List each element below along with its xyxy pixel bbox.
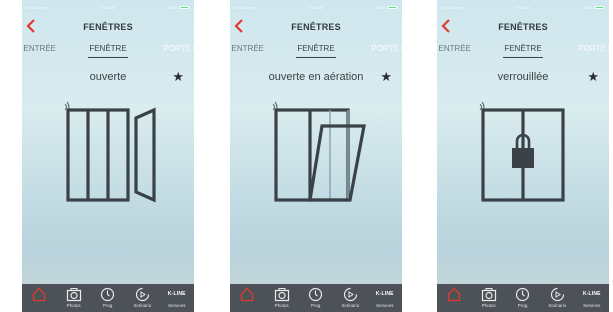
brand-logo: K-LINE xyxy=(375,291,394,297)
status-bar: ••••• Carrier 9:41 AM 100% xyxy=(437,0,609,14)
brand-logo: K-LINE xyxy=(582,291,601,297)
tab-active-indicator xyxy=(503,57,543,58)
status-bar: ••••• Carrier 9:41 AM 100% xyxy=(230,0,402,14)
tab-services-label: Services xyxy=(583,303,601,308)
phone-screen-tilt: ••••• Carrier 9:41 AM 100% FENÊTRES E EN… xyxy=(230,0,402,312)
play-icon xyxy=(135,287,149,302)
camera-icon xyxy=(66,288,81,302)
brand-logo: K-LINE xyxy=(167,291,186,297)
home-icon xyxy=(241,287,254,302)
tab-home[interactable] xyxy=(439,287,469,303)
tab-scenario-label: Scénario xyxy=(548,303,567,308)
carrier-label: ••••• Carrier xyxy=(442,4,463,10)
battery-icon xyxy=(387,5,397,9)
tab-scenario[interactable]: Scénario xyxy=(542,287,572,308)
tab-scenario-label: Scénario xyxy=(341,303,360,308)
tab-photos-label: Photos xyxy=(66,303,81,308)
state-label: verrouillée xyxy=(497,71,549,83)
play-icon xyxy=(550,287,564,302)
window-open-illustration xyxy=(64,101,156,203)
window-tilt-illustration xyxy=(272,101,366,202)
phone-screen-open: ••••• Carrier 9:41 AM 100% FENÊTRES E EN… xyxy=(22,0,194,312)
clock-icon xyxy=(101,287,115,302)
state-row: verrouillée ★ xyxy=(437,69,609,87)
carrier-label: ••••• Carrier xyxy=(27,4,48,10)
battery-percent: 100% xyxy=(582,4,593,10)
tab-scenario[interactable]: Scénario xyxy=(335,287,365,308)
tab-services[interactable]: K-LINE Services xyxy=(577,287,607,308)
tab-prog-label: Prog. xyxy=(310,303,322,308)
play-icon xyxy=(343,287,357,302)
segment-tabs: E ENTRÉE FENÊTRE PORTE DE xyxy=(437,42,609,58)
tab-scenario[interactable]: Scénario xyxy=(127,287,157,308)
nav-bar: FENÊTRES xyxy=(22,14,194,42)
tab-services-label: Services xyxy=(168,303,186,308)
tab-photos[interactable]: Photos xyxy=(267,287,297,308)
status-time: 9:41 AM xyxy=(515,4,530,10)
battery-percent: 100% xyxy=(375,4,386,10)
nav-bar: FENÊTRES xyxy=(437,14,609,42)
tab-services[interactable]: K-LINE Services xyxy=(370,287,400,308)
tab-photos[interactable]: Photos xyxy=(59,287,89,308)
segment-tabs: E ENTRÉE FENÊTRE PORTE DE xyxy=(22,42,194,58)
tab-active-indicator xyxy=(296,57,336,58)
phone-screen-locked: ••••• Carrier 9:41 AM 100% FENÊTRES E EN… xyxy=(437,0,609,312)
tab-photos-label: Photos xyxy=(274,303,289,308)
status-time: 9:41 AM xyxy=(308,4,323,10)
camera-icon xyxy=(274,288,289,302)
window-locked-illustration xyxy=(479,101,565,202)
star-icon[interactable]: ★ xyxy=(172,69,184,85)
tab-photos[interactable]: Photos xyxy=(474,287,504,308)
star-icon[interactable]: ★ xyxy=(380,69,392,85)
home-icon xyxy=(33,287,46,302)
tab-bar: Photos Prog. Scénario K-LINE Services xyxy=(437,284,609,312)
tab-home[interactable] xyxy=(232,287,262,303)
camera-icon xyxy=(481,288,496,302)
segment-tabs: E ENTRÉE FENÊTRE PORTE DE xyxy=(230,42,402,58)
tab-prog-label: Prog. xyxy=(517,303,529,308)
tab-prog-label: Prog. xyxy=(102,303,114,308)
status-bar: ••••• Carrier 9:41 AM 100% xyxy=(22,0,194,14)
battery-icon xyxy=(179,5,189,9)
tab-prog[interactable]: Prog. xyxy=(301,287,331,308)
state-row: ouverte ★ xyxy=(22,69,194,87)
page-title: FENÊTRES xyxy=(83,22,133,32)
tab-bar: Photos Prog. Scénario K-LINE Services xyxy=(22,284,194,312)
carrier-label: ••••• Carrier xyxy=(235,4,256,10)
tab-porte[interactable]: PORTE DE xyxy=(371,44,402,53)
page-title: FENÊTRES xyxy=(291,22,341,32)
battery-percent: 100% xyxy=(167,4,178,10)
state-label: ouverte xyxy=(89,71,127,83)
tab-prog[interactable]: Prog. xyxy=(93,287,123,308)
page-title: FENÊTRES xyxy=(498,22,548,32)
tab-porte[interactable]: PORTE DE xyxy=(578,44,609,53)
tab-prog[interactable]: Prog. xyxy=(508,287,538,308)
tab-scenario-label: Scénario xyxy=(133,303,152,308)
star-icon[interactable]: ★ xyxy=(587,69,599,85)
tab-services-label: Services xyxy=(376,303,394,308)
home-icon xyxy=(448,287,461,302)
nav-bar: FENÊTRES xyxy=(230,14,402,42)
battery-icon xyxy=(594,5,604,9)
clock-icon xyxy=(309,287,323,302)
tab-services[interactable]: K-LINE Services xyxy=(162,287,192,308)
tab-home[interactable] xyxy=(24,287,54,303)
tab-porte[interactable]: PORTE DE xyxy=(163,44,194,53)
state-row: ouverte en aération ★ xyxy=(230,69,402,87)
tab-photos-label: Photos xyxy=(481,303,496,308)
state-label: ouverte en aération xyxy=(268,71,364,83)
tab-bar: Photos Prog. Scénario K-LINE Services xyxy=(230,284,402,312)
clock-icon xyxy=(516,287,530,302)
tab-active-indicator xyxy=(88,57,128,58)
status-time: 9:41 AM xyxy=(100,4,115,10)
